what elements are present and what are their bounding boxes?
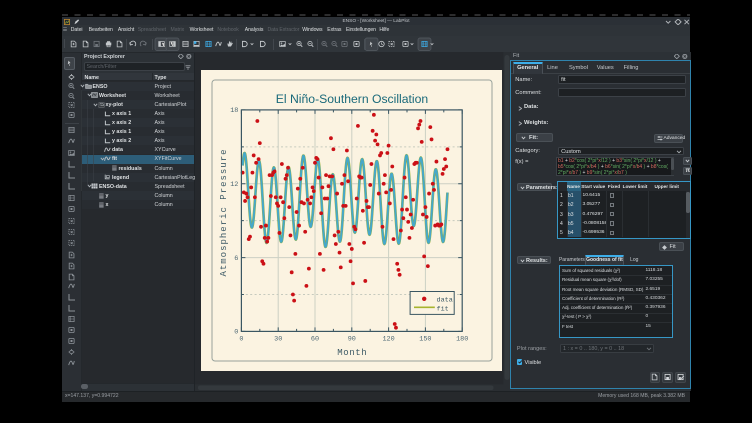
svg-text:30: 30 — [274, 335, 282, 343]
svg-text:0: 0 — [239, 335, 243, 343]
svg-text:90: 90 — [348, 335, 356, 343]
svg-text:El Niño-Southern Oscillation: El Niño-Southern Oscillation — [276, 92, 428, 106]
svg-text:18: 18 — [230, 107, 238, 115]
svg-text:fit: fit — [437, 305, 449, 313]
svg-text:120: 120 — [382, 335, 394, 343]
svg-text:12: 12 — [230, 181, 238, 189]
svg-text:60: 60 — [311, 335, 319, 343]
svg-text:Atmospheric Pressure: Atmospheric Pressure — [219, 148, 229, 276]
svg-text:150: 150 — [419, 335, 431, 343]
svg-text:Month: Month — [337, 348, 367, 358]
svg-text:6: 6 — [234, 255, 238, 263]
svg-text:0: 0 — [234, 329, 238, 337]
svg-text:data: data — [437, 296, 453, 304]
svg-text:180: 180 — [456, 335, 468, 343]
